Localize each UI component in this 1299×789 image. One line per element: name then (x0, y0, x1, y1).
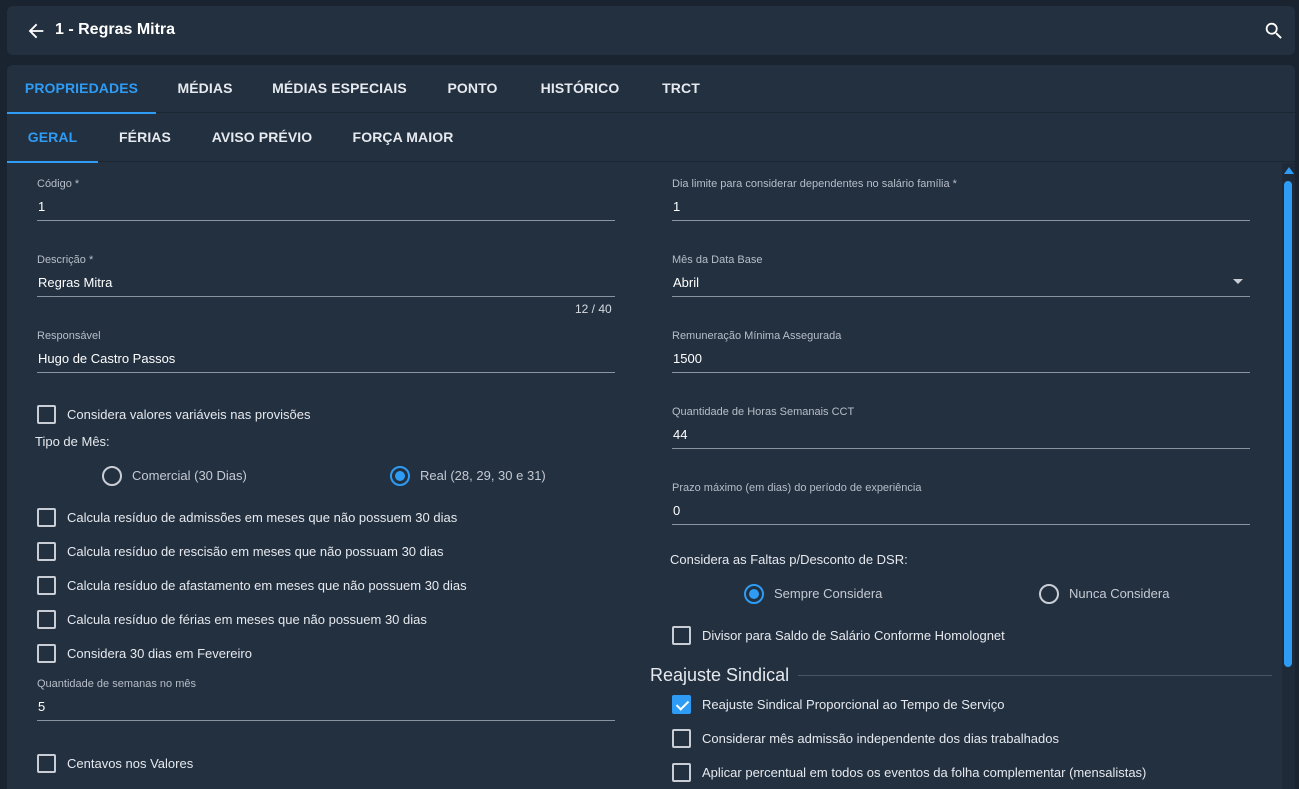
residuo-rescisao-checkbox[interactable] (37, 542, 56, 561)
tab-forca-maior[interactable]: FORÇA MAIOR (332, 114, 474, 162)
dia-limite-label: Dia limite para considerar dependentes n… (672, 178, 957, 190)
remuneracao-input[interactable]: 1500 (673, 351, 702, 366)
codigo-label: Código * (37, 178, 80, 190)
dia-limite-input[interactable]: 1 (673, 199, 680, 214)
faltas-dsr-label: Considera as Faltas p/Desconto de DSR: (670, 552, 908, 567)
centavos-checkbox[interactable] (37, 754, 56, 773)
primary-tab-bar: PROPRIEDADES MÉDIAS MÉDIAS ESPECIAIS PON… (7, 65, 1295, 114)
semanas-input[interactable]: 5 (38, 699, 45, 714)
tab-aviso-previo[interactable]: AVISO PRÉVIO (192, 114, 332, 162)
scroll-up-arrow-icon[interactable] (1284, 167, 1294, 174)
divisor-homolognet-checkbox[interactable] (672, 626, 691, 645)
responsavel-underline (37, 372, 615, 373)
mes-admissao-checkbox[interactable] (672, 729, 691, 748)
considera-variaveis-checkbox[interactable] (37, 405, 56, 424)
horas-semanais-input[interactable]: 44 (673, 427, 687, 442)
tab-geral[interactable]: GERAL (7, 114, 98, 163)
back-arrow-icon[interactable] (25, 20, 47, 42)
dia-limite-underline (672, 220, 1250, 221)
responsavel-input[interactable]: Hugo de Castro Passos (38, 351, 175, 366)
residuo-admissoes-checkbox[interactable] (37, 508, 56, 527)
mes-data-base-select[interactable]: Abril (673, 275, 699, 290)
chevron-down-icon[interactable] (1233, 279, 1243, 284)
mes-data-base-underline (672, 296, 1250, 297)
app-header: 1 - Regras Mitra (7, 6, 1295, 55)
tab-propriedades[interactable]: PROPRIEDADES (7, 65, 156, 114)
search-icon[interactable] (1263, 20, 1285, 42)
semanas-label: Quantidade de semanas no mês (37, 678, 196, 690)
reajuste-proporcional-checkbox[interactable] (672, 695, 691, 714)
residuo-ferias-checkbox[interactable] (37, 610, 56, 629)
descricao-underline (37, 296, 615, 297)
secondary-tab-bar: GERAL FÉRIAS AVISO PRÉVIO FORÇA MAIOR (7, 114, 1295, 163)
radio-sempre-considera-label: Sempre Considera (774, 586, 883, 601)
scrollbar-thumb[interactable] (1284, 181, 1292, 667)
residuo-admissoes-label: Calcula resíduo de admissões em meses qu… (67, 510, 458, 525)
radio-real[interactable] (390, 466, 410, 486)
reajuste-proporcional-label: Reajuste Sindical Proporcional ao Tempo … (702, 697, 1005, 712)
semanas-underline (37, 720, 615, 721)
radio-sempre-considera[interactable] (744, 584, 764, 604)
horas-semanais-underline (672, 448, 1250, 449)
codigo-input[interactable]: 1 (38, 199, 45, 214)
tab-trct[interactable]: TRCT (640, 65, 722, 113)
percentual-complementar-label: Aplicar percentual em todos os eventos d… (702, 765, 1147, 780)
prazo-input[interactable]: 0 (673, 503, 680, 518)
percentual-complementar-checkbox[interactable] (672, 763, 691, 782)
divisor-homolognet-label: Divisor para Saldo de Salário Conforme H… (702, 628, 1005, 643)
remuneracao-label: Remuneração Mínima Assegurada (672, 330, 842, 342)
mes-admissao-label: Considerar mês admissão independente dos… (702, 731, 1059, 746)
descricao-counter: 12 / 40 (575, 302, 612, 316)
tab-medias[interactable]: MÉDIAS (156, 65, 254, 113)
radio-comercial[interactable] (102, 466, 122, 486)
tab-ponto[interactable]: PONTO (425, 65, 520, 113)
residuo-ferias-label: Calcula resíduo de férias em meses que n… (67, 612, 427, 627)
tab-ferias[interactable]: FÉRIAS (98, 114, 192, 162)
responsavel-label: Responsável (37, 330, 101, 342)
trinta-dias-fevereiro-checkbox[interactable] (37, 644, 56, 663)
page-title: 1 - Regras Mitra (55, 21, 176, 38)
reajuste-sindical-title: Reajuste Sindical (650, 665, 790, 685)
prazo-underline (672, 524, 1250, 525)
radio-real-label: Real (28, 29, 30 e 31) (420, 468, 546, 483)
descricao-input[interactable]: Regras Mitra (38, 275, 112, 290)
codigo-underline (37, 220, 615, 221)
radio-nunca-considera[interactable] (1039, 584, 1059, 604)
reajuste-sindical-divider (798, 675, 1272, 676)
radio-nunca-considera-label: Nunca Considera (1069, 586, 1170, 601)
tab-historico[interactable]: HISTÓRICO (520, 65, 640, 113)
considera-variaveis-label: Considera valores variáveis nas provisõe… (67, 407, 311, 422)
tipo-mes-label: Tipo de Mês: (35, 434, 110, 449)
residuo-afastamento-checkbox[interactable] (37, 576, 56, 595)
residuo-rescisao-label: Calcula resíduo de rescisão em meses que… (67, 544, 444, 559)
mes-data-base-label: Mês da Data Base (672, 254, 763, 266)
centavos-label: Centavos nos Valores (67, 756, 194, 771)
trinta-dias-fevereiro-label: Considera 30 dias em Fevereiro (67, 646, 252, 661)
remuneracao-underline (672, 372, 1250, 373)
residuo-afastamento-label: Calcula resíduo de afastamento em meses … (67, 578, 467, 593)
prazo-label: Prazo máximo (em dias) do período de exp… (672, 482, 922, 494)
tab-medias-especiais[interactable]: MÉDIAS ESPECIAIS (254, 65, 425, 113)
descricao-label: Descrição * (37, 254, 94, 266)
radio-comercial-label: Comercial (30 Dias) (132, 468, 247, 483)
horas-semanais-label: Quantidade de Horas Semanais CCT (672, 406, 855, 418)
